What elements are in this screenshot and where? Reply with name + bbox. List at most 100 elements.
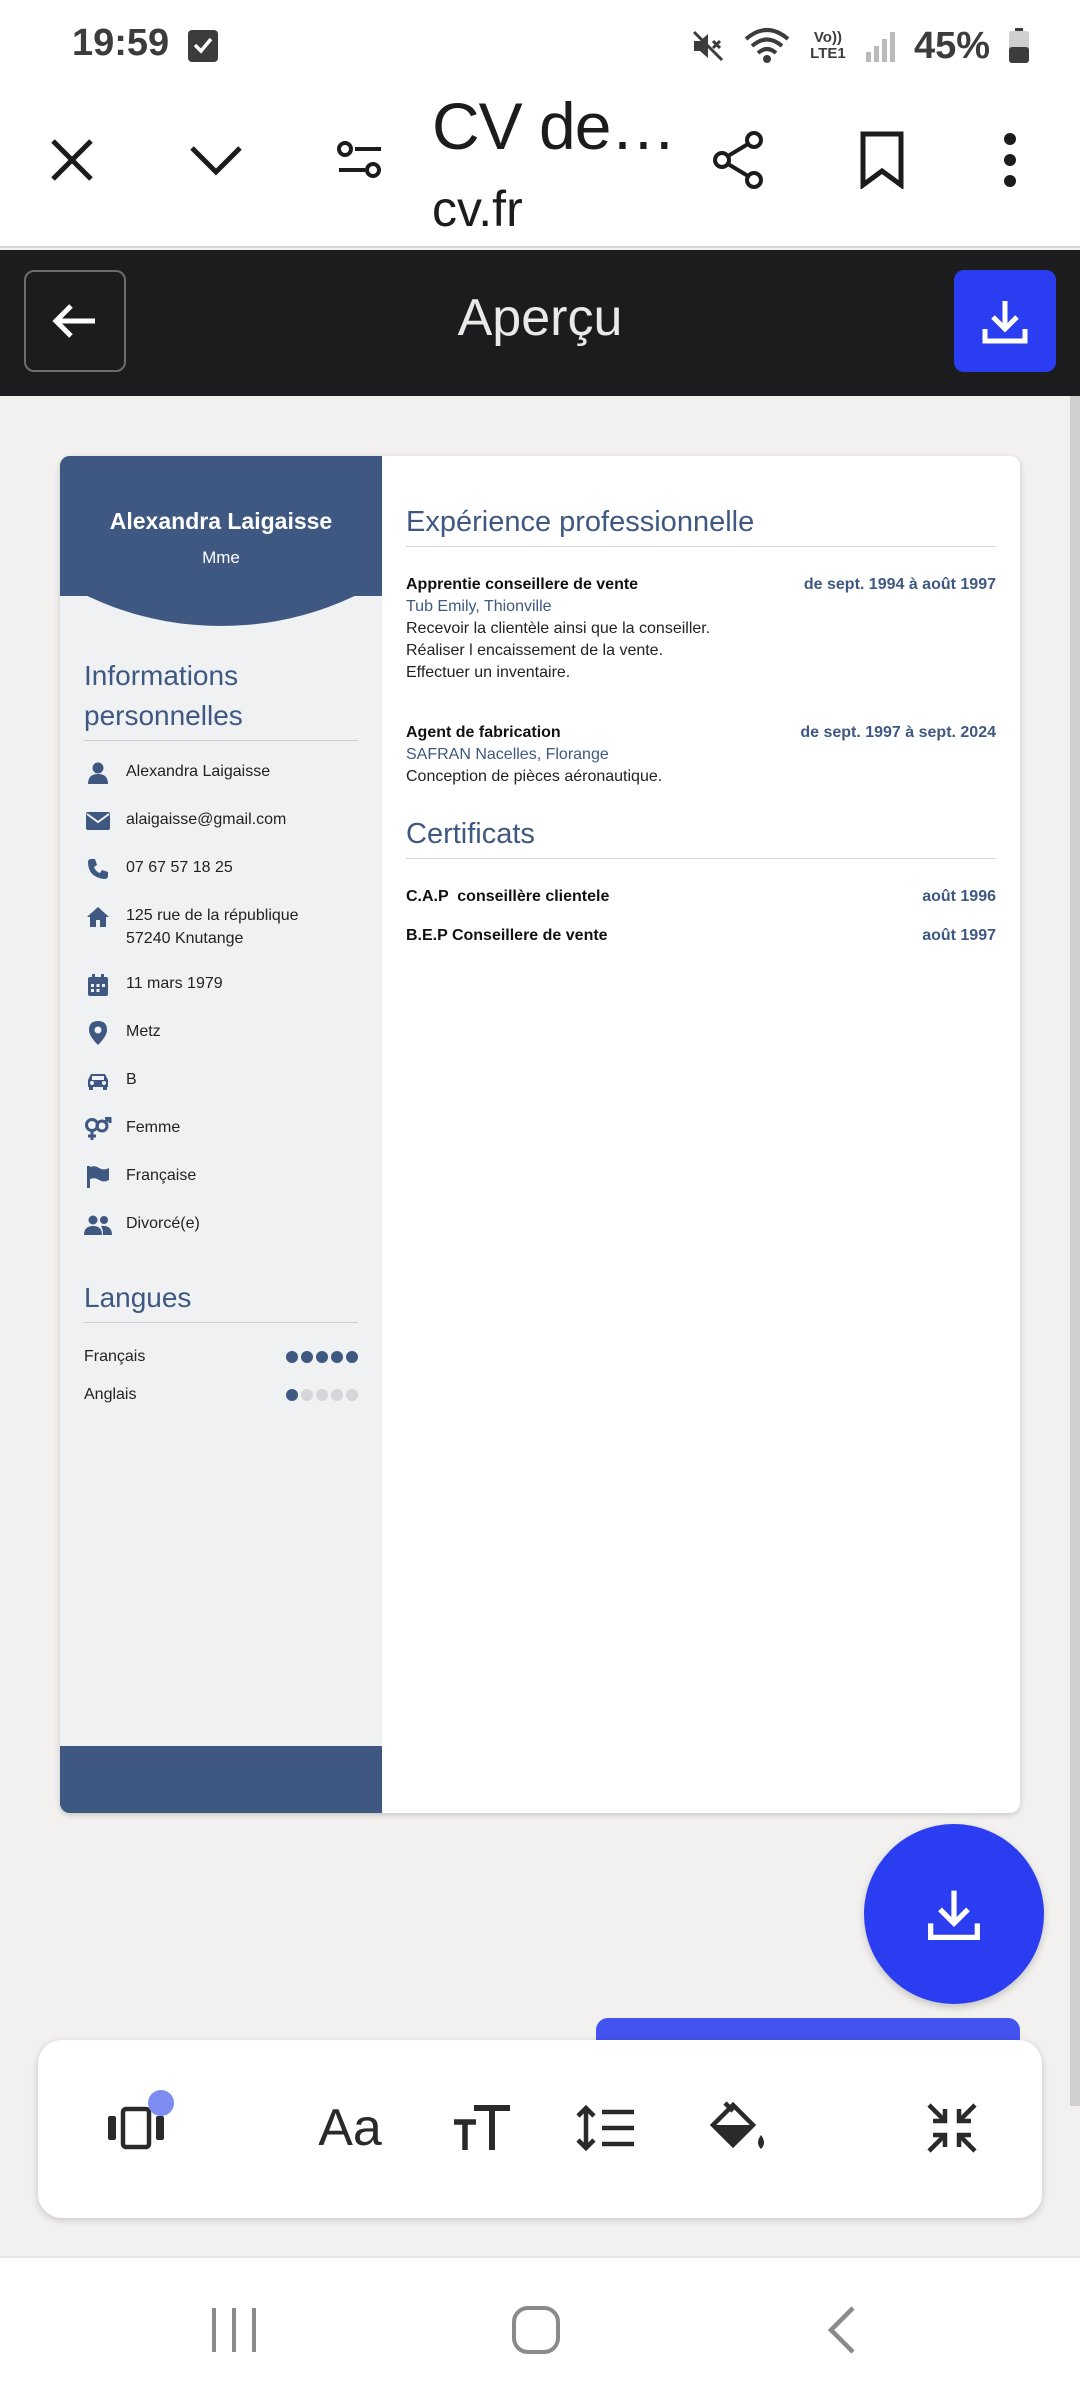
- status-right: Vo)) LTE1 45%: [690, 24, 1030, 68]
- home-icon: [87, 907, 109, 927]
- location-pin-icon: [89, 1021, 107, 1045]
- experience-item: Apprentie conseillere de vente de sept. 1…: [406, 576, 996, 681]
- gender-icon: [85, 1117, 112, 1140]
- font-family-button[interactable]: Aa: [310, 2090, 390, 2166]
- font-family-icon: Aa: [318, 2099, 382, 2157]
- bookmark-icon: [860, 131, 904, 189]
- info-item-city: Metz: [84, 1020, 364, 1046]
- person-icon: [88, 762, 108, 784]
- bookmark-button[interactable]: [850, 128, 914, 192]
- signal-icon: [865, 32, 895, 62]
- info-item-nationality: Française: [84, 1164, 364, 1190]
- info-heading: Informations personnelles: [84, 656, 358, 741]
- cv-preview: Alexandra Laigaisse Mme Informations per…: [60, 456, 1020, 1813]
- system-navigation-bar: [0, 2256, 1080, 2400]
- notification-dot: [148, 2090, 174, 2116]
- tune-icon: [337, 141, 381, 178]
- app-header: Aperçu: [0, 250, 1080, 396]
- car-icon: [88, 1074, 108, 1090]
- status-bar: 19:59 Vo)) LTE1 45%: [0, 0, 1080, 88]
- level-dot-empty: [316, 1389, 328, 1401]
- color-button[interactable]: [698, 2090, 778, 2166]
- line-spacing-button[interactable]: [566, 2090, 646, 2166]
- level-dot-empty: [346, 1389, 358, 1401]
- minimize-button[interactable]: [184, 128, 248, 192]
- recents-icon: [212, 2308, 256, 2352]
- page-settings-button[interactable]: [328, 128, 392, 192]
- certificates-heading: Certificats: [406, 814, 996, 859]
- level-dot-filled: [331, 1351, 343, 1363]
- close-icon: [51, 139, 93, 181]
- level-dot-filled: [301, 1351, 313, 1363]
- download-fab[interactable]: [864, 1824, 1044, 2004]
- language-item-anglais: Anglais: [84, 1386, 358, 1404]
- cv-name: Alexandra Laigaisse: [109, 508, 333, 534]
- level-dot-filled: [286, 1389, 298, 1401]
- font-size-button[interactable]: [442, 2090, 522, 2166]
- collapse-icon: [927, 2103, 977, 2153]
- phone-icon: [88, 859, 108, 879]
- home-circle-icon: [512, 2306, 560, 2354]
- level-dot-empty: [301, 1389, 313, 1401]
- info-item-birthdate: 11 mars 1979: [84, 972, 364, 998]
- sidebar-header-curve: [60, 456, 382, 626]
- style-toolbar: Aa: [38, 2040, 1042, 2218]
- language-level-dots: [286, 1351, 358, 1363]
- sidebar-footer-band: [60, 1746, 382, 1813]
- more-vert-icon: [1004, 133, 1016, 187]
- level-dot-filled: [346, 1351, 358, 1363]
- battery-icon: [1009, 28, 1029, 63]
- network-label: Vo)) LTE1: [810, 29, 846, 62]
- calendar-icon: [88, 974, 108, 996]
- battery-percent: 45%: [913, 24, 990, 67]
- download-icon: [928, 1890, 980, 1940]
- info-item-family-status: Divorcé(e): [84, 1212, 364, 1238]
- info-item-phone: 07 67 57 18 25: [84, 856, 364, 882]
- status-time: 19:59: [72, 22, 170, 64]
- checkbox-notification-icon: [188, 30, 218, 62]
- more-options-button[interactable]: [978, 128, 1042, 192]
- close-button[interactable]: [40, 128, 104, 192]
- email-icon: [86, 812, 110, 830]
- level-dot-filled: [316, 1351, 328, 1363]
- language-level-dots: [286, 1389, 358, 1401]
- cv-civility: Mme: [202, 548, 240, 567]
- header-download-button[interactable]: [954, 270, 1056, 372]
- browser-toolbar: CV de… cv.fr: [0, 88, 1080, 248]
- share-button[interactable]: [706, 128, 770, 192]
- cv-main-column: Expérience professionnelle Apprentie con…: [406, 456, 996, 1813]
- mute-icon: [692, 30, 723, 62]
- certificate-item: C.A.P conseillère clientele août 1996: [406, 888, 996, 905]
- share-icon: [713, 131, 763, 189]
- level-dot-filled: [286, 1351, 298, 1363]
- people-icon: [84, 1215, 112, 1235]
- info-item-gender: Femme: [84, 1116, 364, 1142]
- flag-icon: [87, 1166, 109, 1188]
- collapse-toolbar-button[interactable]: [912, 2090, 992, 2166]
- line-spacing-icon: [576, 2104, 634, 2152]
- wifi-icon: [744, 28, 790, 63]
- languages-heading: Langues: [84, 1278, 358, 1323]
- preview-scrollbar[interactable]: [1070, 396, 1080, 2106]
- cv-sidebar: Alexandra Laigaisse Mme Informations per…: [60, 456, 382, 1813]
- download-icon: [982, 301, 1028, 344]
- info-item-license: B: [84, 1068, 364, 1094]
- home-button[interactable]: [506, 2300, 566, 2360]
- system-back-button[interactable]: [812, 2300, 872, 2360]
- info-item-name: Alexandra Laigaisse: [84, 760, 364, 786]
- recent-apps-button[interactable]: [204, 2300, 264, 2360]
- text-size-icon: [454, 2105, 510, 2150]
- header-title: Aperçu: [457, 289, 623, 347]
- chevron-down-icon: [190, 146, 242, 176]
- page-url[interactable]: cv.fr: [432, 180, 523, 238]
- language-item-francais: Français: [84, 1348, 358, 1366]
- experience-item: Agent de fabrication de sept. 1997 à sept…: [406, 724, 996, 785]
- info-item-email: alaigaisse@gmail.com: [84, 808, 364, 834]
- page-title: CV de…: [432, 89, 672, 163]
- paint-bucket-icon: [709, 2101, 764, 2149]
- experience-heading: Expérience professionnelle: [406, 502, 996, 547]
- chevron-left-icon: [827, 2306, 855, 2354]
- level-dot-empty: [331, 1389, 343, 1401]
- info-item-address: 125 rue de la république 57240 Knutange: [84, 904, 364, 950]
- certificate-item: B.E.P Conseillere de vente août 1997: [406, 927, 996, 944]
